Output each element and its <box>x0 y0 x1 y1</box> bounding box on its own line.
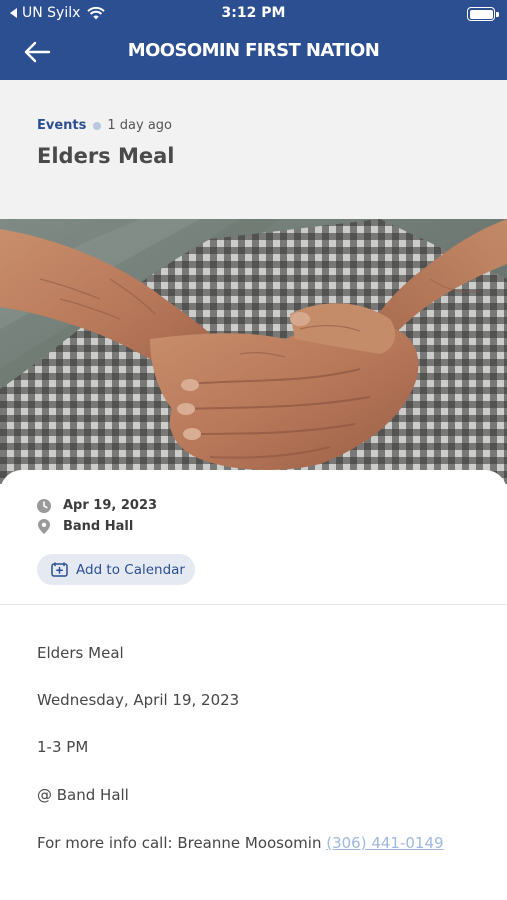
post-time-ago: 1 day ago <box>107 118 173 133</box>
status-time: 3:12 PM <box>221 5 286 21</box>
post-meta: Events 1 day ago <box>37 118 172 133</box>
event-location-row: Band Hall <box>37 519 133 534</box>
contact-text: For more info call: Breanne Moosomin <box>37 834 327 852</box>
description-line: 1-3 PM <box>37 738 89 756</box>
battery-icon <box>467 7 499 21</box>
calendar-add-icon <box>51 562 68 577</box>
event-details-card: Apr 19, 2023 Band Hall Add to Calendar E… <box>0 470 507 900</box>
event-date: Apr 19, 2023 <box>63 498 158 513</box>
description-line: Wednesday, April 19, 2023 <box>37 691 240 709</box>
post-category[interactable]: Events <box>37 118 86 133</box>
status-bar: UN Syilx 3:12 PM <box>0 0 507 28</box>
map-pin-icon <box>37 519 51 534</box>
add-to-calendar-button[interactable]: Add to Calendar <box>37 554 195 585</box>
event-date-row: Apr 19, 2023 <box>37 498 157 513</box>
post-header: Events 1 day ago Elders Meal <box>0 80 507 219</box>
event-location: Band Hall <box>63 519 134 534</box>
add-to-calendar-label: Add to Calendar <box>76 561 185 578</box>
section-divider <box>0 604 507 605</box>
nav-title: MOOSOMIN FIRST NATION <box>127 40 380 61</box>
phone-link[interactable]: (306) 441-0149 <box>326 834 443 852</box>
post-title: Elders Meal <box>37 144 175 168</box>
description-contact-line: For more info call: Breanne Moosomin (30… <box>37 834 444 852</box>
app-header: UN Syilx 3:12 PM MOOSOMIN FIRST NATION <box>0 0 507 80</box>
hero-image <box>0 219 507 484</box>
meta-separator-dot <box>93 121 102 130</box>
clasped-hands-photo <box>0 219 507 484</box>
description-line: @ Band Hall <box>37 786 129 804</box>
clock-icon <box>37 498 51 513</box>
description-line: Elders Meal <box>37 644 124 662</box>
